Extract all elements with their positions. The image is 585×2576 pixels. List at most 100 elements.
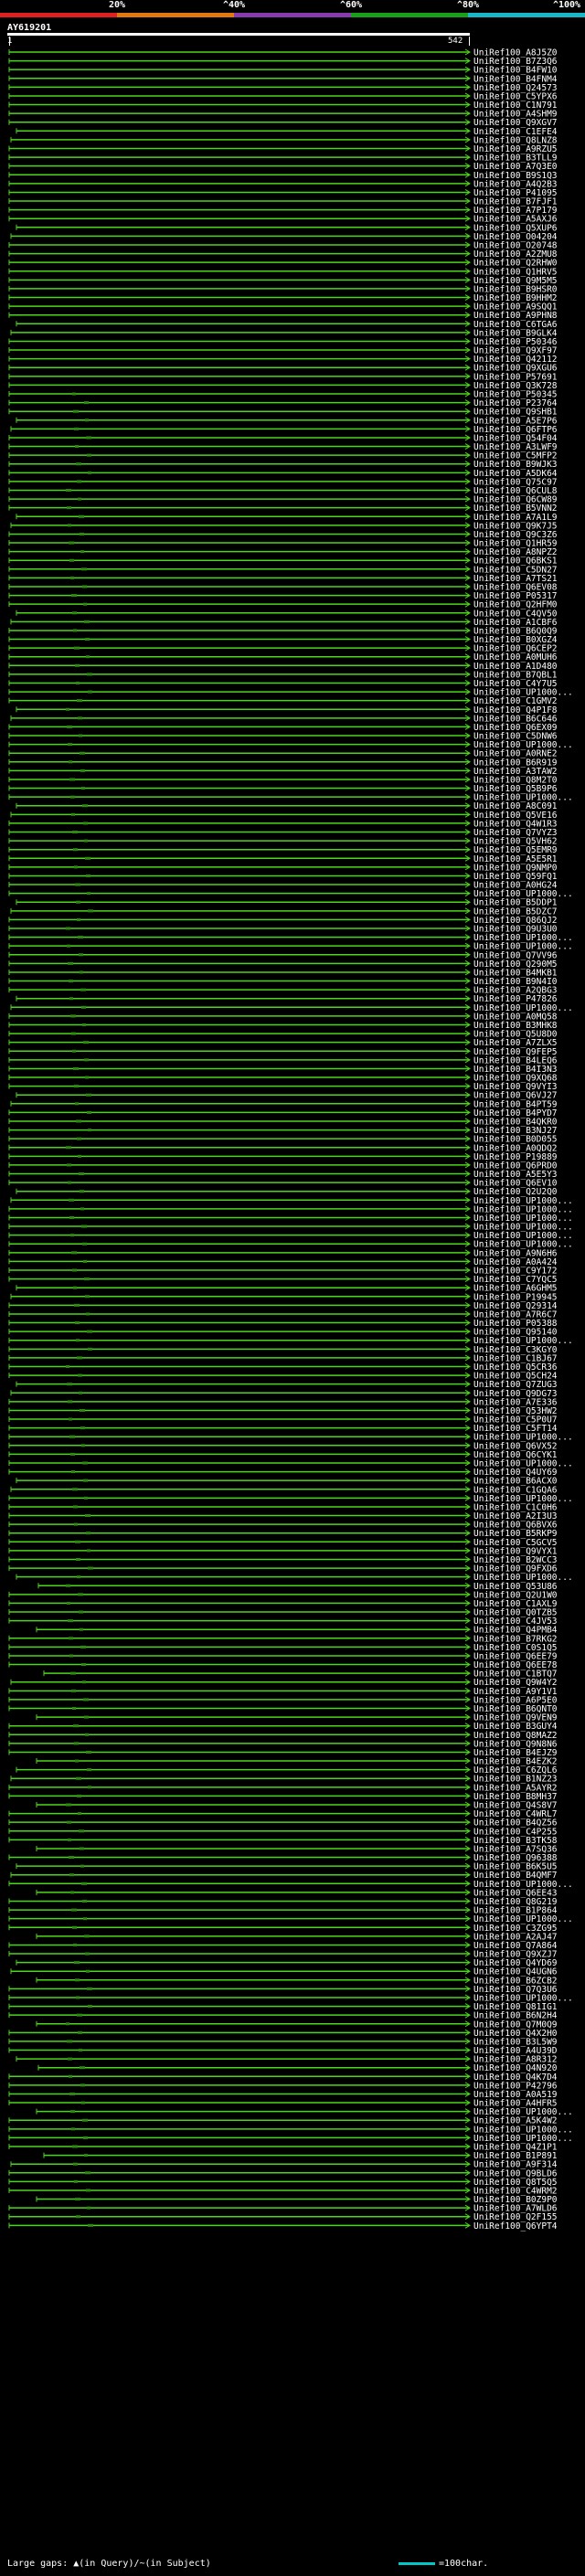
- hit-gap-mark: [66, 1146, 71, 1150]
- hit-gap-mark: [81, 567, 87, 571]
- hit-gap-mark: [81, 1663, 86, 1667]
- hit-gap-mark: [68, 1838, 71, 1841]
- hit-gap-mark: [78, 497, 81, 501]
- hit-gap-mark: [70, 795, 75, 799]
- hit-gap-mark: [69, 760, 72, 764]
- hit-gap-mark: [70, 1234, 74, 1237]
- hit-gap-mark: [77, 1794, 81, 1797]
- hit-gap-mark: [88, 1129, 91, 1132]
- hit-gap-mark: [68, 961, 73, 965]
- hit-gap-mark: [81, 1882, 87, 1885]
- hit-gap-mark: [79, 953, 83, 957]
- hit-gap-mark: [87, 1987, 92, 1990]
- hit-gap-mark: [78, 2030, 82, 2034]
- hit-gap-mark: [69, 1417, 72, 1421]
- hit-gap-mark: [72, 392, 76, 396]
- hit-gap-mark: [85, 856, 90, 860]
- hit-gap-mark: [69, 1856, 74, 1860]
- hit-gap-mark: [72, 831, 78, 834]
- hit-gap-mark: [66, 1365, 69, 1368]
- hit-gap-mark: [86, 2189, 90, 2192]
- hit-gap-mark: [72, 611, 77, 615]
- hit-gap-mark: [83, 822, 88, 825]
- hit-gap-mark: [66, 2022, 69, 2026]
- hit-row[interactable]: UniRef100_Q6YPT4: [8, 2221, 558, 2231]
- hit-gap-mark: [76, 1776, 81, 1780]
- hit-gap-mark: [69, 2092, 75, 2095]
- hit-gap-mark: [86, 1312, 90, 1316]
- hit-gap-mark: [81, 1005, 86, 1009]
- hit-gap-mark: [77, 1575, 80, 1579]
- hit-gap-mark: [84, 1058, 89, 1062]
- hit-gap-mark: [80, 1864, 84, 1868]
- hit-gap-mark: [78, 1154, 81, 1158]
- hit-gap-mark: [75, 663, 80, 667]
- hit-gap-mark: [86, 655, 90, 659]
- hit-gap-mark: [77, 699, 82, 703]
- hit-gap-mark: [69, 980, 73, 983]
- hit-gap-mark: [78, 716, 82, 720]
- hit-gap-mark: [78, 1812, 81, 1816]
- hit-gap-mark: [67, 1820, 71, 1824]
- hit-gap-mark: [74, 1742, 79, 1745]
- hit-gap-mark: [85, 2171, 90, 2175]
- hit-gap-mark: [85, 1295, 90, 1299]
- unit-label: =100char.: [439, 2559, 489, 2569]
- hit-gap-mark: [74, 1961, 80, 1965]
- hit-gap-mark: [88, 909, 93, 913]
- hit-gap-mark: [77, 917, 80, 921]
- hit-gap-mark: [74, 865, 78, 869]
- unit-legend: =100char.: [399, 2559, 488, 2569]
- hit-gap-mark: [80, 1426, 85, 1430]
- hit-gap-mark: [80, 751, 85, 755]
- hit-gap-mark: [82, 1461, 88, 1465]
- hit-plot: UniRef100_A8J5Z0UniRef100_B7Z3Q6UniRef10…: [8, 48, 573, 2231]
- hit-gap-mark: [87, 892, 90, 896]
- hit-gap-mark: [87, 453, 91, 457]
- hit-gap-mark: [77, 1137, 81, 1140]
- hit-gap-mark: [76, 1339, 80, 1342]
- hit-gap-mark: [82, 1242, 87, 1246]
- hit-gap-mark: [69, 541, 74, 545]
- hit-gap-mark: [75, 445, 79, 449]
- hit-gap-mark: [82, 1899, 87, 1903]
- hit-gap-mark: [78, 936, 83, 939]
- hit-gap-mark: [75, 2198, 80, 2201]
- hit-gap-mark: [81, 2101, 85, 2104]
- hit-gap-mark: [86, 1969, 90, 1973]
- hit-gap-mark: [69, 1873, 74, 1877]
- hit-gap-mark: [66, 489, 71, 492]
- hit-gap-mark: [85, 1076, 89, 1079]
- hit-gap-mark: [70, 1891, 74, 1894]
- hit-gap-mark: [72, 1488, 78, 1491]
- hit-label[interactable]: UniRef100_Q6YPT4: [473, 2221, 558, 2231]
- hit-gap-mark: [74, 2179, 78, 2183]
- hit-gap-mark: [84, 1496, 88, 1500]
- hit-gap-mark: [78, 1373, 82, 1377]
- hit-gap-mark: [81, 1444, 85, 1447]
- hit-gap-mark: [77, 1356, 82, 1360]
- hit-gap-mark: [73, 2162, 78, 2166]
- hit-gap-mark: [67, 944, 70, 948]
- hit-gap-mark: [80, 769, 85, 772]
- hit-gap-mark: [81, 1224, 87, 1228]
- hit-gap-mark: [69, 1215, 74, 1219]
- hit-gap-mark: [75, 1102, 79, 1106]
- hit-gap-mark: [79, 514, 84, 518]
- hit-gap-mark: [73, 1066, 79, 1070]
- hit-gap-mark: [84, 401, 89, 405]
- hit-gap-mark: [78, 1593, 83, 1596]
- hit-gap-mark: [73, 1505, 78, 1509]
- hit-gap-mark: [76, 2215, 80, 2219]
- hit-gap-mark: [84, 1715, 89, 1719]
- hit-gap-mark: [73, 848, 78, 852]
- hit-gap-mark: [74, 427, 79, 430]
- hit-gap-mark: [66, 1584, 70, 1587]
- footer-gap-legend: Large gaps: ▲(in Query)/~(in Subject): [7, 2559, 211, 2569]
- hit-gap-mark: [77, 480, 81, 483]
- hit-gap-mark: [74, 646, 80, 650]
- hit-gap-mark: [73, 629, 77, 632]
- hit-gap-mark: [75, 1540, 80, 1543]
- hit-gap-mark: [84, 839, 88, 843]
- hit-gap-mark: [83, 602, 87, 606]
